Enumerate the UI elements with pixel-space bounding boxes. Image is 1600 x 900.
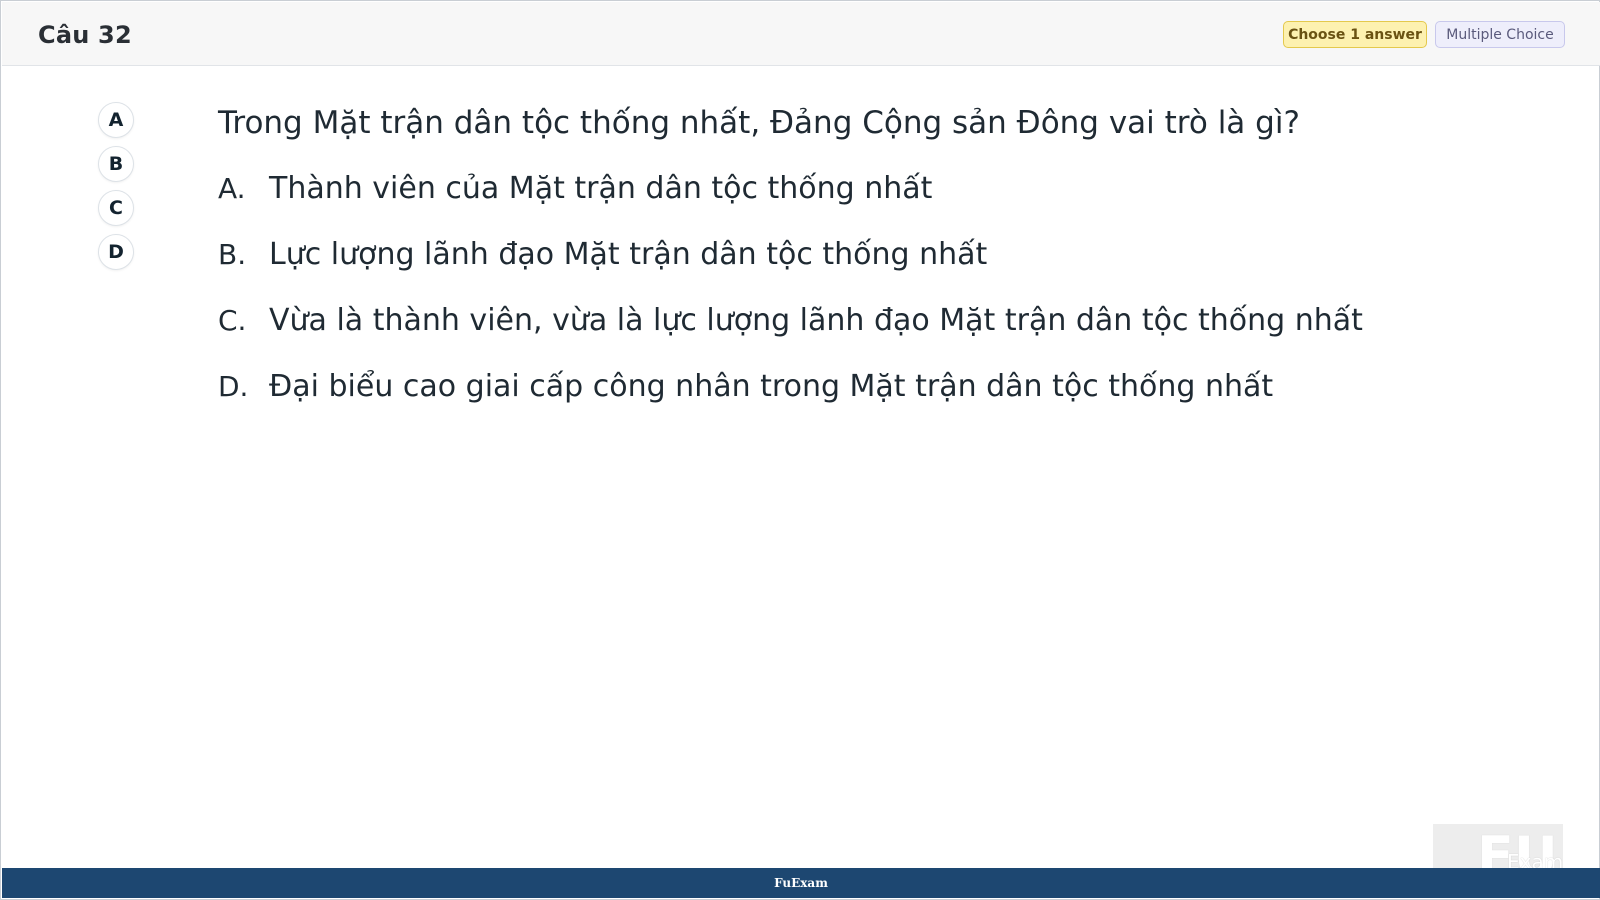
option-text: Vừa là thành viên, vừa là lực lượng lãnh…: [269, 303, 1363, 338]
option-c: C. Vừa là thành viên, vừa là lực lượng l…: [218, 299, 1538, 343]
answer-button-c[interactable]: C: [98, 190, 134, 226]
option-letter: B.: [218, 238, 247, 271]
option-letter: A.: [218, 172, 246, 205]
option-letter: D.: [218, 370, 249, 403]
option-text: Thành viên của Mặt trận dân tộc thống nh…: [269, 171, 933, 206]
answer-button-d[interactable]: D: [98, 234, 134, 270]
footer-bar: FuExam: [2, 868, 1600, 898]
question-type-badge: Multiple Choice: [1435, 21, 1565, 48]
option-b: B. Lực lượng lãnh đạo Mặt trận dân tộc t…: [218, 233, 1538, 277]
option-letter: C.: [218, 304, 247, 337]
question-header: Câu 32 Choose 1 answer Multiple Choice: [2, 2, 1600, 66]
footer-brand: FuExam: [774, 876, 828, 890]
choose-answer-badge: Choose 1 answer: [1283, 21, 1427, 48]
answer-button-b[interactable]: B: [98, 146, 134, 182]
question-text: Trong Mặt trận dân tộc thống nhất, Đảng …: [218, 105, 1300, 141]
option-d: D. Đại biểu cao giai cấp công nhân trong…: [218, 365, 1538, 409]
exam-window: Câu 32 Choose 1 answer Multiple Choice A…: [0, 0, 1600, 900]
option-text: Lực lượng lãnh đạo Mặt trận dân tộc thốn…: [269, 237, 988, 272]
question-number: Câu 32: [38, 21, 132, 49]
answer-button-a[interactable]: A: [98, 102, 134, 138]
answer-button-group: A B C D: [98, 102, 134, 278]
option-a: A. Thành viên của Mặt trận dân tộc thống…: [218, 167, 1538, 211]
question-content: Trong Mặt trận dân tộc thống nhất, Đảng …: [218, 101, 1538, 409]
option-text: Đại biểu cao giai cấp công nhân trong Mặ…: [269, 369, 1274, 404]
